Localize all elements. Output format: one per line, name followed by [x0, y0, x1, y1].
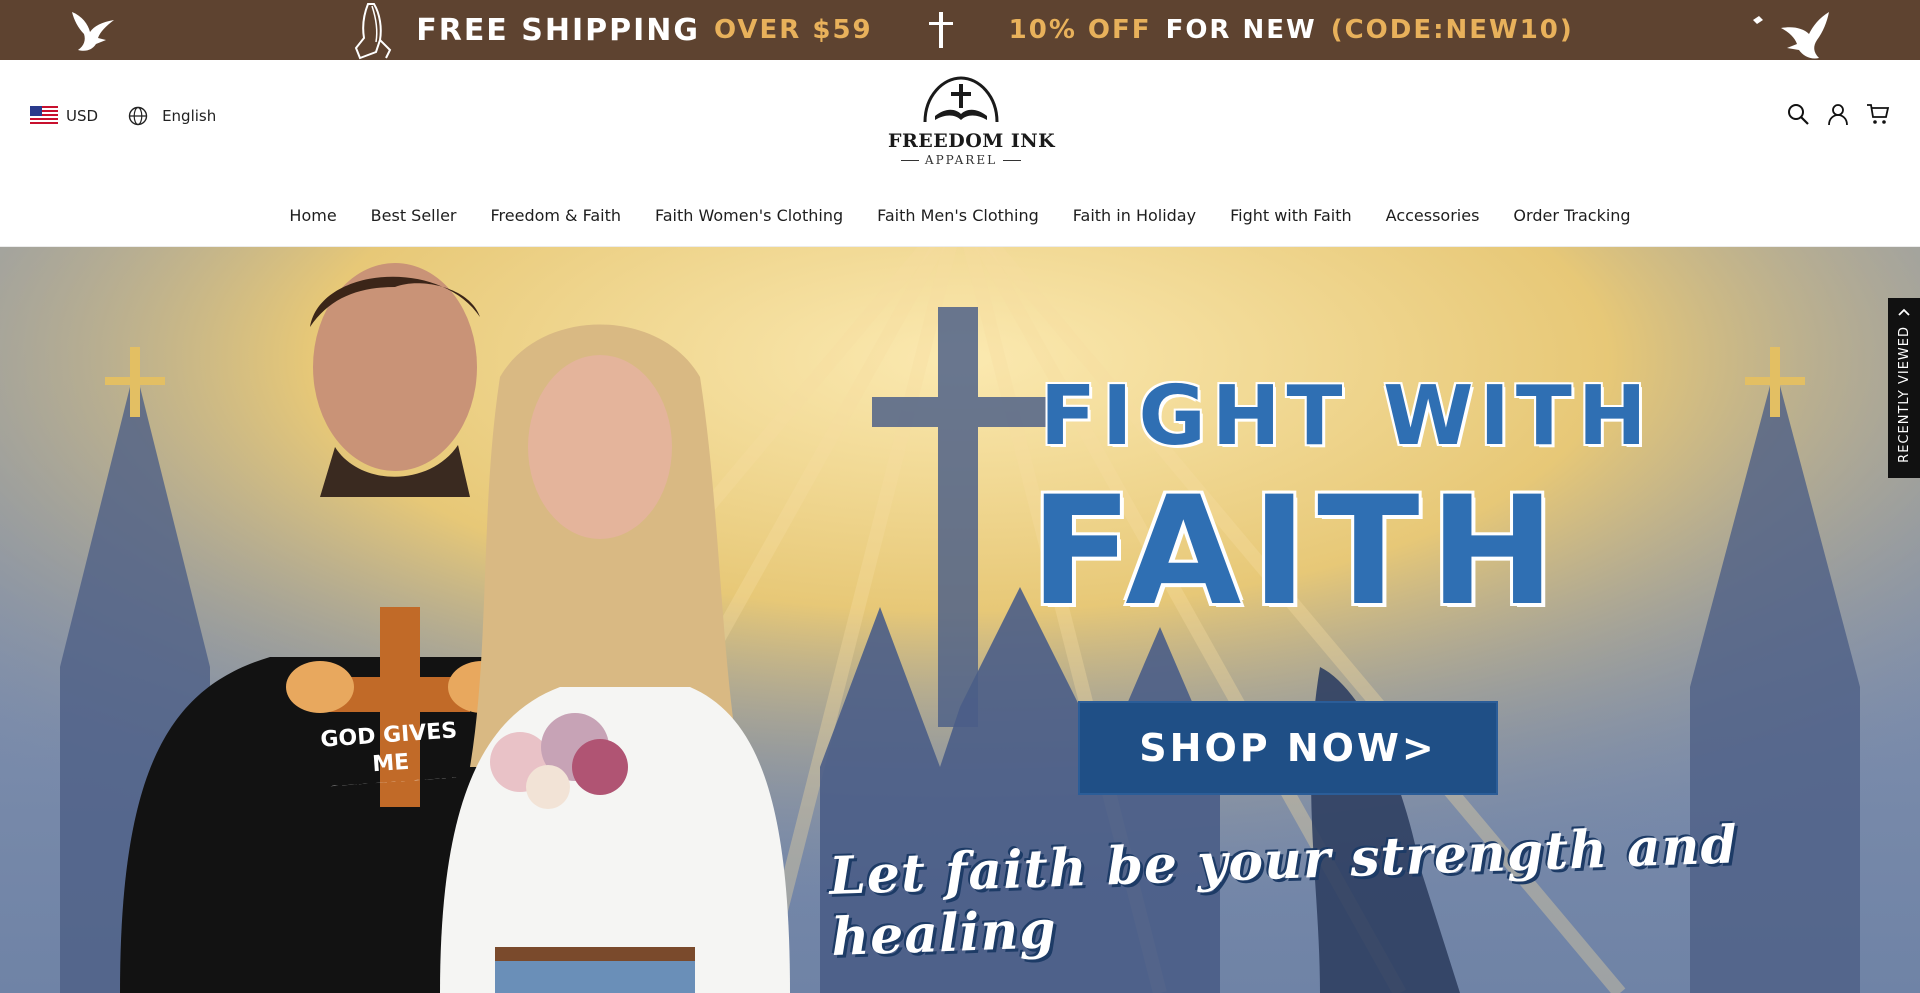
globe-icon [128, 106, 148, 126]
for-new-text: FOR NEW [1165, 15, 1317, 45]
hero-banner[interactable]: GOD GIVES ME STRENGTH FIGHT WITH FAITH S… [0, 247, 1920, 993]
cross-icon [928, 12, 953, 48]
language-label[interactable]: English [162, 107, 216, 125]
dove-icon [72, 12, 114, 51]
main-nav: Home Best Seller Freedom & Faith Faith W… [0, 185, 1920, 247]
nav-item-men[interactable]: Faith Men's Clothing [877, 206, 1039, 225]
shirt-print-text: GOD GIVES ME STRENGTH [319, 718, 460, 787]
nav-item-women[interactable]: Faith Women's Clothing [655, 206, 843, 225]
announcement-bar: FREE SHIPPING OVER $59 10% OFF FOR NEW (… [0, 0, 1920, 60]
cart-icon[interactable] [1866, 102, 1890, 126]
hero-title-line2: FAITH [1030, 465, 1566, 639]
site-logo[interactable]: FREEDOM INK APPAREL [888, 68, 1056, 172]
logo-subtitle: APPAREL [924, 153, 998, 167]
free-shipping-text: FREE SHIPPING [416, 12, 700, 48]
shop-now-button[interactable]: SHOP NOW> [1078, 701, 1498, 795]
nav-list: Home Best Seller Freedom & Faith Faith W… [289, 206, 1630, 225]
locale-selector[interactable]: USD English [30, 106, 216, 126]
logo-title: FREEDOM INK [888, 130, 1056, 152]
nav-item-fight-with-faith[interactable]: Fight with Faith [1230, 206, 1352, 225]
nav-item-accessories[interactable]: Accessories [1386, 206, 1480, 225]
site-header: USD English FREEDOM INK APPAREL [0, 60, 1920, 185]
praying-hands-icon [355, 3, 392, 60]
chevron-up-icon [1898, 308, 1910, 316]
nav-item-best-seller[interactable]: Best Seller [371, 206, 457, 225]
hero-title-line1: FIGHT WITH [1040, 369, 1653, 464]
currency-label[interactable]: USD [66, 107, 98, 125]
promo-code-text: (CODE:NEW10) [1330, 15, 1574, 45]
account-icon[interactable] [1826, 102, 1850, 126]
logo-subtitle-row: APPAREL [888, 153, 1034, 167]
over-amount-text: OVER $59 [714, 15, 873, 45]
discount-text: 10% OFF [1008, 15, 1152, 45]
announcement-content: FREE SHIPPING OVER $59 10% OFF FOR NEW (… [346, 0, 1574, 60]
nav-item-holiday[interactable]: Faith in Holiday [1073, 206, 1196, 225]
us-flag-icon [30, 106, 58, 126]
nav-item-freedom-faith[interactable]: Freedom & Faith [490, 206, 621, 225]
nav-item-home[interactable]: Home [289, 206, 336, 225]
logo-emblem-icon [923, 76, 999, 123]
header-actions [1786, 102, 1890, 126]
search-icon[interactable] [1786, 102, 1810, 126]
nav-item-order-tracking[interactable]: Order Tracking [1513, 206, 1630, 225]
recently-viewed-label: RECENTLY VIEWED [1896, 326, 1912, 463]
recently-viewed-tab[interactable]: RECENTLY VIEWED [1888, 298, 1920, 478]
doves-icon [1753, 12, 1829, 59]
